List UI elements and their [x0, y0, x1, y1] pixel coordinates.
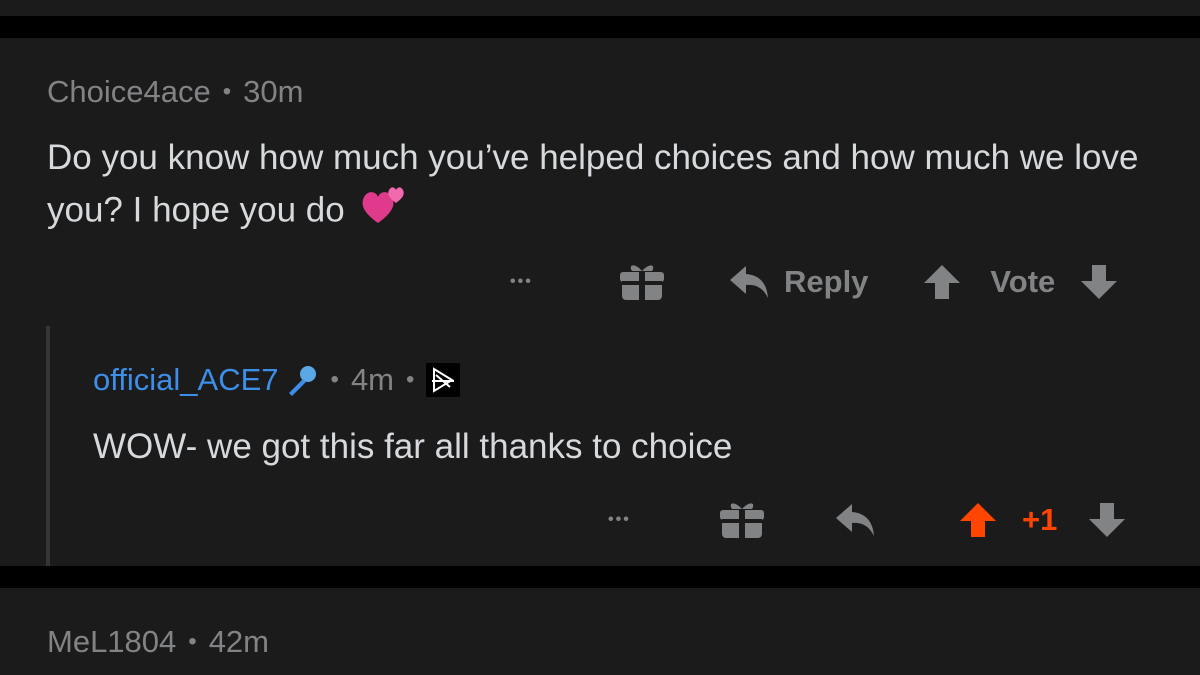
comment-actions: ••• Reply Vote — [510, 262, 1119, 302]
comment-body: Do you know how much you’ve helped choic… — [47, 133, 1167, 241]
comment-time: 30m — [243, 74, 304, 109]
reply-body-text: WOW- we got this far all thanks to choic… — [93, 427, 733, 466]
comment-separator — [0, 566, 1200, 588]
comment-time: 42m — [208, 624, 269, 659]
downvote-arrow-icon[interactable] — [1079, 263, 1119, 301]
downvote-arrow-icon[interactable] — [1087, 501, 1127, 539]
comment-username[interactable]: Choice4ace — [47, 74, 211, 110]
thread-line[interactable] — [46, 326, 50, 566]
two-hearts-emoji-icon — [360, 183, 408, 241]
meta-separator: • — [222, 78, 232, 105]
reply-icon[interactable] — [836, 502, 876, 538]
reply-icon[interactable] — [730, 264, 770, 300]
reply-username[interactable]: official_ACE7 — [93, 362, 279, 398]
meta-separator: • — [330, 366, 339, 393]
mod-badge-icon — [426, 363, 461, 397]
comment-meta: MeL1804 • 42m — [47, 624, 269, 660]
comment-body-text: Do you know how much you’ve helped choic… — [47, 138, 1139, 230]
reply-button[interactable]: Reply — [784, 264, 868, 300]
vote-label: Vote — [990, 264, 1056, 299]
more-options-button[interactable]: ••• — [510, 273, 550, 291]
comment-separator — [0, 16, 1200, 38]
reply-body: WOW- we got this far all thanks to choic… — [93, 422, 1173, 472]
gift-icon[interactable] — [620, 262, 664, 302]
meta-separator: • — [188, 628, 197, 655]
top-card-edge — [0, 0, 1200, 16]
vote-count: +1 — [1022, 502, 1058, 537]
comment-meta: Choice4ace • 30m — [47, 74, 303, 110]
upvote-arrow-icon[interactable] — [958, 501, 998, 539]
comment-username[interactable]: MeL1804 — [47, 624, 176, 660]
reply-actions: ••• +1 — [608, 500, 1127, 540]
microphone-icon — [285, 363, 319, 397]
meta-separator: • — [406, 366, 415, 393]
comment-card — [0, 38, 1200, 566]
reply-time: 4m — [350, 362, 395, 397]
more-options-button[interactable]: ••• — [608, 511, 648, 529]
gift-icon[interactable] — [720, 500, 764, 540]
reply-meta: official_ACE7 • 4m • — [93, 362, 461, 398]
upvote-arrow-icon[interactable] — [922, 263, 962, 301]
